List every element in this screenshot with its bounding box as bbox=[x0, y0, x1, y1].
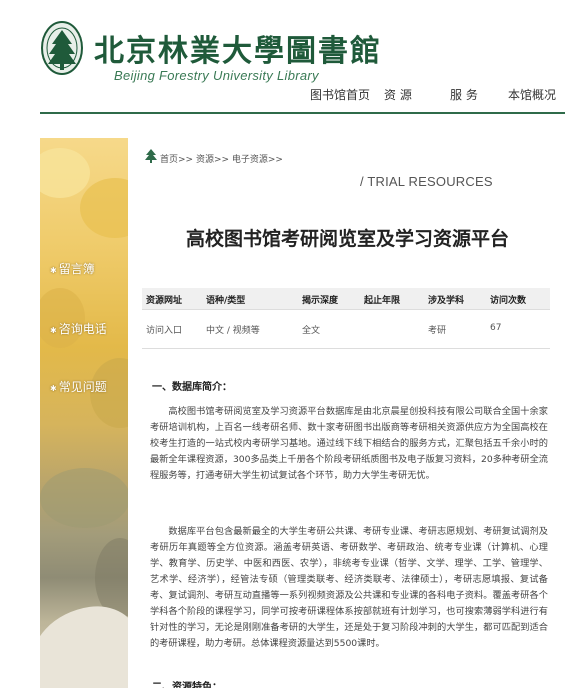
section-heading-features: 二、资源特色： bbox=[152, 682, 222, 688]
photo-path bbox=[40, 600, 128, 688]
table-header-cell: 语种/类型 bbox=[206, 296, 246, 306]
nav-about-library[interactable]: 本馆概况 bbox=[508, 86, 556, 103]
table-header-row: 资源网址 语种/类型 揭示深度 起止年限 涉及学科 访问次数 bbox=[142, 288, 550, 310]
section-heading-introduction: 一、数据库简介： bbox=[152, 382, 232, 393]
table-cell: 考研 bbox=[428, 326, 447, 336]
access-entry-link[interactable]: 访问入口 bbox=[146, 323, 182, 336]
photo-foliage bbox=[40, 148, 90, 198]
nav-services[interactable]: 服 务 bbox=[450, 86, 478, 103]
section-label-trial-resources: / TRIAL RESOURCES bbox=[360, 174, 493, 189]
sidebar-item-contact-phone[interactable]: ✱ 咨询电话 bbox=[50, 320, 107, 337]
table-header-cell: 涉及学科 bbox=[428, 296, 465, 306]
photo-foliage bbox=[80, 178, 128, 238]
sidebar-item-guestbook[interactable]: ✱ 留言簿 bbox=[50, 260, 95, 277]
page-title: 高校图书馆考研阅览室及学习资源平台 bbox=[185, 228, 509, 250]
tree-icon bbox=[145, 149, 157, 163]
table-header-cell: 起止年限 bbox=[364, 296, 401, 306]
nav-library-home[interactable]: 图书馆首页 bbox=[310, 86, 370, 103]
star-bullet-icon: ✱ bbox=[50, 326, 57, 335]
table-header-cell: 揭示深度 bbox=[302, 296, 339, 306]
star-bullet-icon: ✱ bbox=[50, 266, 57, 275]
main-nav: 图书馆首页 资 源 服 务 本馆概况 bbox=[300, 86, 560, 106]
table-cell: 中文 / 视频等 bbox=[206, 326, 260, 336]
university-emblem-icon[interactable] bbox=[40, 20, 84, 76]
table-cell: 全文 bbox=[302, 326, 321, 336]
sidebar-item-faq[interactable]: ✱ 常见问题 bbox=[50, 378, 107, 395]
nav-resources[interactable]: 资 源 bbox=[384, 86, 412, 103]
breadcrumb[interactable]: 首页>> 资源>> 电子资源>> bbox=[160, 152, 283, 168]
table-row: 访问入口 中文 / 视频等 全文 考研 67 bbox=[142, 318, 550, 340]
library-logo-chinese[interactable]: 北京林業大學圖書館 bbox=[94, 26, 382, 70]
intro-paragraph: 数据库平台包含最新最全的大学生考研公共课、考研专业课、考研志愿规划、考研复试调剂… bbox=[150, 526, 548, 649]
resource-info-table: 资源网址 语种/类型 揭示深度 起止年限 涉及学科 访问次数 访问入口 中文 /… bbox=[142, 288, 550, 340]
site-header: 北京林業大學圖書館 Beijing Forestry University Li… bbox=[0, 0, 565, 128]
intro-paragraph: 高校图书馆考研阅览室及学习资源平台数据库是由北京晨星创投科技有限公司联合全国十余… bbox=[150, 406, 548, 481]
table-header-cell: 访问次数 bbox=[490, 296, 527, 306]
photo-foliage bbox=[40, 288, 85, 348]
table-header-cell: 资源网址 bbox=[146, 296, 183, 306]
library-logo-english: Beijing Forestry University Library bbox=[114, 68, 319, 83]
table-cell: 67 bbox=[490, 323, 502, 333]
nav-divider bbox=[40, 112, 565, 114]
photo-foliage bbox=[40, 468, 128, 528]
divider bbox=[142, 348, 550, 349]
sidebar: ✱ 留言簿 ✱ 咨询电话 ✱ 常见问题 bbox=[40, 138, 128, 688]
star-bullet-icon: ✱ bbox=[50, 384, 57, 393]
